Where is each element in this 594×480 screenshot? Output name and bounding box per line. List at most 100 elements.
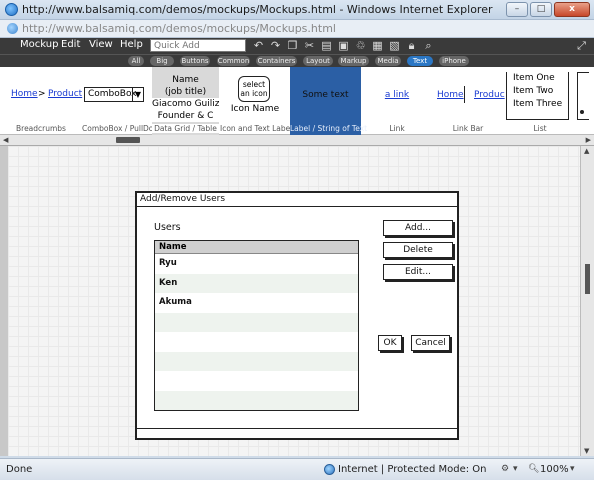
window-title: http://www.balsamiq.com/demos/mockups/Mo… [22, 3, 493, 16]
ungroup-icon[interactable]: ▧ [388, 39, 401, 52]
scroll-right-icon[interactable]: ▶ [586, 136, 591, 144]
window-controls: – □ x [506, 2, 590, 17]
canvas-vertical-scrollbar[interactable]: ▲ ▼ [580, 146, 594, 456]
security-zone[interactable]: Internet | Protected Mode: On [338, 464, 486, 475]
linkbar-divider [464, 86, 465, 103]
component-breadcrumbs[interactable]: Home > Product Breadcrumbs [0, 67, 82, 135]
category-containers[interactable]: Containers [256, 56, 297, 66]
component-list[interactable]: Item One Item Two Item Three List [505, 67, 575, 135]
component-icon-label[interactable]: select an icon Icon Name Icon and Text L… [220, 67, 292, 135]
component-partial[interactable] [577, 72, 589, 120]
component-library: Home > Product Breadcrumbs ComboBox ▼ Co… [0, 67, 594, 135]
category-buttons[interactable]: Buttons [180, 56, 210, 66]
list-item[interactable] [155, 312, 358, 332]
list-item[interactable] [155, 332, 358, 352]
list-item[interactable] [155, 351, 358, 371]
component-label: Data Grid / Table [152, 124, 219, 133]
component-label: List [533, 124, 547, 133]
category-iphone[interactable]: iPhone [439, 56, 469, 66]
group-icon[interactable]: ▦ [371, 39, 384, 52]
add-button[interactable]: Add... [383, 220, 453, 236]
dialog-title: Add/Remove Users [137, 193, 457, 207]
menu-mockup[interactable]: Mockup [20, 39, 58, 50]
copy-icon[interactable]: ❐ [286, 39, 299, 52]
scrollbar-thumb[interactable] [585, 264, 590, 294]
category-layout[interactable]: Layout [303, 56, 333, 66]
zoom-icon[interactable]: 🔍︎ [528, 464, 539, 474]
chevron-down-icon[interactable]: ▾ [570, 464, 575, 474]
ie-logo-icon [5, 3, 18, 16]
status-text: Done [6, 464, 33, 475]
category-all[interactable]: All [128, 56, 144, 66]
quick-add-input[interactable] [150, 39, 246, 52]
menu-help[interactable]: Help [120, 39, 143, 50]
combobox-text: ComboBox [88, 89, 137, 99]
chevron-down-icon: ▼ [132, 88, 143, 101]
list-sample: Item One Item Two Item Three [506, 72, 569, 120]
scroll-left-icon[interactable]: ◀ [3, 136, 8, 144]
duplicate-icon[interactable]: ▣ [337, 39, 350, 52]
zoom-level[interactable]: 100% [540, 464, 569, 475]
combobox-sample: ComboBox ▼ [84, 87, 144, 102]
list-item[interactable]: Ryu [155, 254, 358, 274]
undo-icon[interactable]: ↶ [252, 39, 265, 52]
component-linkbar[interactable]: Home Produc Link Bar [433, 67, 505, 135]
component-datagrid[interactable]: Name (job title) Giacomo Guiliz Founder … [152, 67, 219, 135]
address-bar[interactable]: http://www.balsamiq.com/demos/mockups/Mo… [0, 20, 594, 38]
window-titlebar: http://www.balsamiq.com/demos/mockups/Mo… [0, 0, 594, 20]
scrollbar-thumb[interactable] [116, 137, 140, 143]
component-link[interactable]: a link Link [361, 67, 433, 135]
category-markup[interactable]: Markup [338, 56, 369, 66]
library-scrollbar[interactable]: ◀ ▶ [0, 135, 594, 146]
lock-icon[interactable]: 🔒︎ [405, 39, 418, 52]
list-item[interactable] [155, 371, 358, 391]
icon-name-text: Icon Name [230, 104, 280, 114]
delete-button[interactable]: Delete [383, 242, 453, 258]
list-item[interactable] [155, 390, 358, 410]
address-url[interactable]: http://www.balsamiq.com/demos/mockups/Mo… [22, 22, 336, 35]
breadcrumb-separator: > [38, 89, 46, 99]
component-label-text[interactable]: Some text Label / String of Text [290, 67, 367, 135]
list-item: Item Two [513, 86, 554, 96]
menu-edit[interactable]: Edit [61, 39, 80, 50]
list-item[interactable]: Ken [155, 273, 358, 293]
fullscreen-icon[interactable]: ⤢ [575, 39, 588, 52]
category-big[interactable]: Big [150, 56, 174, 66]
component-label: Breadcrumbs [16, 124, 66, 133]
protected-mode-icon[interactable]: ⚙ [501, 464, 509, 474]
ok-button[interactable]: OK [378, 335, 402, 351]
edit-button[interactable]: Edit... [383, 264, 453, 280]
cancel-button[interactable]: Cancel [411, 335, 450, 351]
list-item[interactable]: Akuma [155, 293, 358, 313]
delete-icon[interactable]: ♲ [354, 39, 367, 52]
cut-icon[interactable]: ✂ [303, 39, 316, 52]
maximize-button[interactable]: □ [530, 2, 552, 17]
category-text[interactable]: Text [407, 56, 433, 66]
icon-placeholder: select an icon [238, 76, 270, 102]
link-sample-text: a link [384, 90, 410, 100]
dialog-footer [137, 428, 457, 438]
minimize-button[interactable]: – [506, 2, 528, 17]
globe-icon [324, 464, 335, 475]
scroll-up-icon[interactable]: ▲ [584, 147, 589, 155]
category-bar: All Big Buttons Common Containers Layout… [0, 54, 594, 67]
chevron-down-icon[interactable]: ▾ [513, 464, 518, 474]
menu-view[interactable]: View [89, 39, 113, 50]
add-remove-users-dialog[interactable]: Add/Remove Users Users Name Ryu Ken Akum… [135, 191, 459, 440]
linkbar-item: Produc [474, 90, 505, 100]
component-label: ComboBox / PullDo... [82, 124, 161, 133]
search-icon[interactable]: ⌕ [422, 39, 435, 52]
list-header: Name [155, 241, 358, 254]
toolbar-icons: ↶ ↷ ❐ ✂ ▤ ▣ ♲ ▦ ▧ 🔒︎ ⌕ [252, 39, 435, 52]
component-combobox[interactable]: ComboBox ▼ ComboBox / PullDo... [82, 67, 161, 135]
component-label: Link Bar [452, 124, 484, 133]
category-common[interactable]: Common [217, 56, 250, 66]
paste-icon[interactable]: ▤ [320, 39, 333, 52]
category-media[interactable]: Media [375, 56, 401, 66]
users-list[interactable]: Name Ryu Ken Akuma [154, 240, 359, 411]
scroll-down-icon[interactable]: ▼ [584, 447, 589, 455]
status-bar: Done Internet | Protected Mode: On ⚙ ▾ 🔍… [0, 458, 594, 480]
datagrid-line: Giacomo Guiliz [152, 98, 219, 110]
close-button[interactable]: x [554, 2, 590, 17]
redo-icon[interactable]: ↷ [269, 39, 282, 52]
